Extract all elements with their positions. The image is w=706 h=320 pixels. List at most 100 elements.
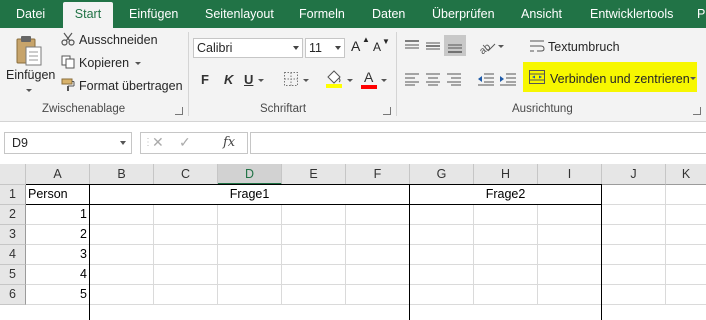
font-color-button[interactable]: A [364,69,373,85]
merge-center-button[interactable]: Verbinden und zentrieren [550,72,690,86]
cell-f5[interactable] [346,265,410,285]
column-header-g[interactable]: G [410,164,474,185]
column-header-h[interactable]: H [474,164,538,185]
format-painter-button[interactable]: Format übertragen [79,79,183,93]
cell-g5[interactable] [410,265,474,285]
paste-button[interactable]: Einfügen [6,68,55,82]
tab-formeln[interactable]: Formeln [299,0,345,28]
enter-icon[interactable]: ✓ [179,134,191,151]
cell-j5[interactable] [602,265,666,285]
formula-input[interactable] [250,132,706,154]
cell-j6[interactable] [602,285,666,305]
increase-indent-icon[interactable] [499,72,517,86]
cancel-icon[interactable]: ✕ [152,134,164,151]
cell-g2[interactable] [410,205,474,225]
tab-seitenlayout[interactable]: Seitenlayout [205,0,274,28]
orientation-icon[interactable]: ab [477,38,496,57]
cell-b2[interactable] [90,205,154,225]
cell-j1[interactable] [602,185,666,205]
tab-ueberpruefen[interactable]: Überprüfen [432,0,495,28]
align-middle-icon[interactable] [425,40,441,52]
cell-h2[interactable] [474,205,538,225]
copy-button[interactable]: Kopieren [79,56,129,70]
column-header-f[interactable]: F [346,164,410,185]
underline-button[interactable]: U [244,72,253,87]
cell-j2[interactable] [602,205,666,225]
cell-a2[interactable]: 1 [26,205,90,225]
italic-button[interactable]: K [224,72,233,87]
cut-button[interactable]: Ausschneiden [79,33,158,47]
cell-c5[interactable] [154,265,218,285]
cell-i3[interactable] [538,225,602,245]
cell-h5[interactable] [474,265,538,285]
cell-i4[interactable] [538,245,602,265]
tab-daten[interactable]: Daten [372,0,405,28]
cell-d3[interactable] [218,225,282,245]
row-header-4[interactable]: 4 [0,245,26,265]
column-header-c[interactable]: C [154,164,218,185]
cell-c6[interactable] [154,285,218,305]
cell-k6[interactable] [666,285,706,305]
cell-j4[interactable] [602,245,666,265]
column-header-j[interactable]: J [602,164,666,185]
tab-ansicht[interactable]: Ansicht [521,0,562,28]
align-left-icon[interactable] [404,72,420,86]
cell-d6[interactable] [218,285,282,305]
cell-e4[interactable] [282,245,346,265]
name-box[interactable]: D9 [4,132,132,154]
cell-h4[interactable] [474,245,538,265]
alignment-launcher-icon[interactable] [693,107,701,115]
column-header-i[interactable]: I [538,164,602,185]
copy-dropdown-icon[interactable] [135,62,141,65]
underline-dropdown-icon[interactable] [258,79,264,82]
clipboard-launcher-icon[interactable] [175,107,183,115]
orientation-dropdown-icon[interactable] [498,45,504,48]
cell-f4[interactable] [346,245,410,265]
font-launcher-icon[interactable] [383,107,391,115]
cell-b3[interactable] [90,225,154,245]
paste-dropdown-icon[interactable] [26,89,32,92]
cell-k2[interactable] [666,205,706,225]
cell-d5[interactable] [218,265,282,285]
cell-j3[interactable] [602,225,666,245]
cell-a4[interactable]: 3 [26,245,90,265]
align-right-icon[interactable] [446,72,462,86]
cell-c3[interactable] [154,225,218,245]
cell-g4[interactable] [410,245,474,265]
cell-h3[interactable] [474,225,538,245]
cell-k1[interactable] [666,185,706,205]
borders-dropdown-icon[interactable] [303,79,309,82]
cell-k3[interactable] [666,225,706,245]
row-header-5[interactable]: 5 [0,265,26,285]
cell-d4[interactable] [218,245,282,265]
merge-center-dropdown-icon[interactable] [690,77,696,80]
bold-button[interactable]: F [201,72,209,87]
cell-c2[interactable] [154,205,218,225]
cell-f6[interactable] [346,285,410,305]
column-header-d[interactable]: D [218,164,282,185]
insert-function-icon[interactable]: fx [223,135,235,150]
cell-k5[interactable] [666,265,706,285]
cell-a5[interactable]: 4 [26,265,90,285]
cell-g3[interactable] [410,225,474,245]
borders-icon[interactable] [283,71,299,87]
column-header-b[interactable]: B [90,164,154,185]
cell-g6[interactable] [410,285,474,305]
cell-i5[interactable] [538,265,602,285]
font-color-dropdown-icon[interactable] [381,79,387,82]
cell-i2[interactable] [538,205,602,225]
row-header-1[interactable]: 1 [0,185,26,205]
row-header-2[interactable]: 2 [0,205,26,225]
cell-b6[interactable] [90,285,154,305]
grow-font-button[interactable]: A [351,38,360,54]
row-header-3[interactable]: 3 [0,225,26,245]
font-name-select[interactable]: Calibri [193,38,303,58]
cell-e3[interactable] [282,225,346,245]
column-header-k[interactable]: K [666,164,706,185]
cell-a6[interactable]: 5 [26,285,90,305]
shrink-font-button[interactable]: A [373,40,381,54]
cell-a1[interactable]: Person [26,185,90,205]
cell-e2[interactable] [282,205,346,225]
merged-cell-frage2[interactable]: Frage2 [410,185,602,205]
tab-datei[interactable]: Datei [16,0,45,28]
